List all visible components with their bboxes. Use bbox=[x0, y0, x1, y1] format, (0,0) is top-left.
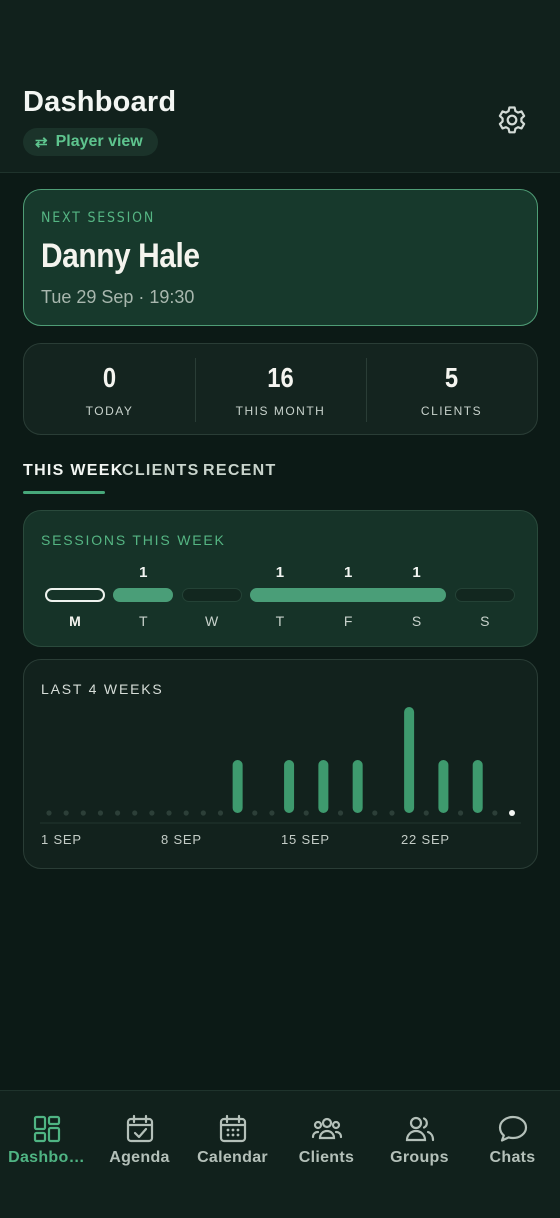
chart-empty-dot bbox=[372, 810, 378, 816]
day-letter: S bbox=[480, 613, 490, 629]
stat-this-month: 16 THIS MONTH bbox=[195, 344, 366, 436]
calendar-icon bbox=[219, 1114, 247, 1143]
chart-bar bbox=[352, 760, 363, 813]
chart-bar bbox=[284, 760, 295, 813]
chart-empty-dot bbox=[303, 810, 309, 816]
chart-empty-dot bbox=[200, 810, 206, 816]
day-letter: W bbox=[204, 613, 219, 629]
nav-label: Groups bbox=[390, 1149, 449, 1166]
nav-label: Dashbo… bbox=[8, 1149, 85, 1166]
chart-empty-dot bbox=[46, 810, 52, 816]
stat-label: CLIENTS bbox=[420, 404, 483, 418]
chart-empty-dot bbox=[114, 810, 121, 816]
tab-clients[interactable]: CLIENTS bbox=[122, 462, 200, 480]
dashboard-icon bbox=[33, 1115, 61, 1143]
chart-empty-dot bbox=[492, 810, 498, 816]
stat-label: TODAY bbox=[85, 404, 134, 418]
stat-value: 0 bbox=[102, 362, 117, 393]
chart-x-label: 15 SEP bbox=[281, 832, 330, 847]
active-tab-indicator bbox=[23, 491, 105, 494]
next-session-datetime: Tue 29 Sep · 19:30 bbox=[41, 287, 195, 307]
day-session-count: 1 bbox=[412, 564, 421, 581]
day-letter: F bbox=[343, 613, 353, 629]
chart-bar bbox=[472, 760, 483, 813]
chart-x-label: 8 SEP bbox=[161, 832, 202, 847]
day-session-count: 1 bbox=[344, 564, 353, 581]
page-title: Dashboard bbox=[23, 86, 177, 118]
nav-label: Clients bbox=[298, 1149, 355, 1166]
chart-empty-dot bbox=[80, 810, 86, 816]
chart-empty-dot bbox=[389, 810, 395, 816]
gear-icon[interactable] bbox=[496, 104, 528, 136]
nav-agenda[interactable]: Agenda bbox=[93, 1091, 186, 1191]
header: Dashboard ⇄ Player view bbox=[0, 0, 560, 173]
groups-icon bbox=[405, 1116, 435, 1142]
tab-recent[interactable]: RECENT bbox=[203, 462, 277, 480]
last-4-weeks-chart: 1 SEP 8 SEP 15 SEP 22 SEP bbox=[40, 707, 521, 847]
chart-bar bbox=[438, 760, 449, 813]
day-pill-empty bbox=[181, 588, 242, 602]
stat-label: THIS MONTH bbox=[235, 404, 326, 418]
nav-dashboard[interactable]: Dashbo… bbox=[0, 1091, 93, 1191]
chart-empty-dot bbox=[149, 810, 155, 816]
day-letter: T bbox=[139, 613, 148, 629]
chart-empty-dot bbox=[63, 810, 69, 816]
day-pill-today bbox=[45, 588, 105, 602]
day-letter: T bbox=[275, 613, 285, 629]
day-session-count: 1 bbox=[275, 564, 285, 581]
player-view-label: Player view bbox=[55, 133, 143, 150]
chart-empty-dot bbox=[166, 810, 172, 816]
player-view-toggle[interactable]: ⇄ Player view bbox=[23, 128, 158, 156]
chart-empty-dot bbox=[252, 810, 258, 816]
tab-bar: THIS WEEK CLIENTS RECENT bbox=[23, 462, 323, 494]
next-session-card[interactable]: NEXT SESSION Danny Hale Tue 29 Sep · 19:… bbox=[23, 189, 538, 326]
chart-x-label: 1 SEP bbox=[41, 832, 82, 847]
chart-bar bbox=[232, 760, 243, 813]
last-4-weeks-card: LAST 4 WEEKS 1 SEP 8 SEP 15 SEP 22 SEP bbox=[23, 659, 538, 869]
nav-chats[interactable]: Chats bbox=[466, 1091, 559, 1191]
tab-this-week[interactable]: THIS WEEK bbox=[23, 462, 124, 480]
chart-empty-dot bbox=[183, 810, 189, 816]
nav-label: Agenda bbox=[109, 1149, 170, 1166]
chart-x-label: 22 SEP bbox=[401, 832, 450, 847]
day-pill-filled bbox=[113, 588, 174, 602]
nav-clients[interactable]: Clients bbox=[280, 1091, 373, 1191]
nav-calendar[interactable]: Calendar bbox=[186, 1091, 279, 1191]
chart-bar bbox=[318, 760, 329, 813]
chart-empty-dot bbox=[132, 810, 138, 816]
day-pill-filled bbox=[249, 588, 447, 602]
chart-empty-dot bbox=[269, 810, 275, 816]
chart-empty-dot bbox=[423, 810, 429, 816]
clients-icon bbox=[311, 1117, 343, 1140]
week-day-strip: M T 1 W T 1 F 1 S 1 S bbox=[24, 511, 539, 648]
chart-today-dot bbox=[509, 810, 515, 816]
nav-label: Chats bbox=[489, 1149, 536, 1166]
swap-arrows-icon: ⇄ bbox=[35, 134, 48, 151]
stat-value: 16 bbox=[267, 362, 294, 393]
bottom-nav: Dashbo… Agenda Calendar Clients Groups C… bbox=[0, 1090, 560, 1218]
day-session-count: 1 bbox=[139, 564, 148, 581]
sessions-this-week-card: SESSIONS THIS WEEK MT1WT1F1S1S bbox=[23, 510, 538, 647]
stat-value: 5 bbox=[444, 362, 459, 393]
next-session-label: NEXT SESSION bbox=[41, 210, 156, 226]
nav-label: Calendar bbox=[197, 1149, 268, 1166]
agenda-icon bbox=[126, 1114, 154, 1143]
chart-empty-dot bbox=[337, 810, 344, 816]
stats-card: 0 TODAY 16 THIS MONTH 5 CLIENTS bbox=[23, 343, 538, 435]
day-pill-empty bbox=[454, 588, 515, 602]
chats-icon bbox=[498, 1115, 528, 1142]
chart-empty-dot bbox=[457, 810, 464, 816]
next-session-client-name: Danny Hale bbox=[41, 237, 200, 275]
day-letter: S bbox=[411, 613, 422, 629]
nav-groups[interactable]: Groups bbox=[373, 1091, 466, 1191]
chart-empty-dot bbox=[217, 810, 224, 816]
stat-clients: 5 CLIENTS bbox=[366, 344, 537, 436]
chart-empty-dot bbox=[97, 810, 104, 816]
chart-bar bbox=[404, 707, 415, 813]
stat-today: 0 TODAY bbox=[24, 344, 195, 436]
day-letter: M bbox=[69, 613, 81, 629]
